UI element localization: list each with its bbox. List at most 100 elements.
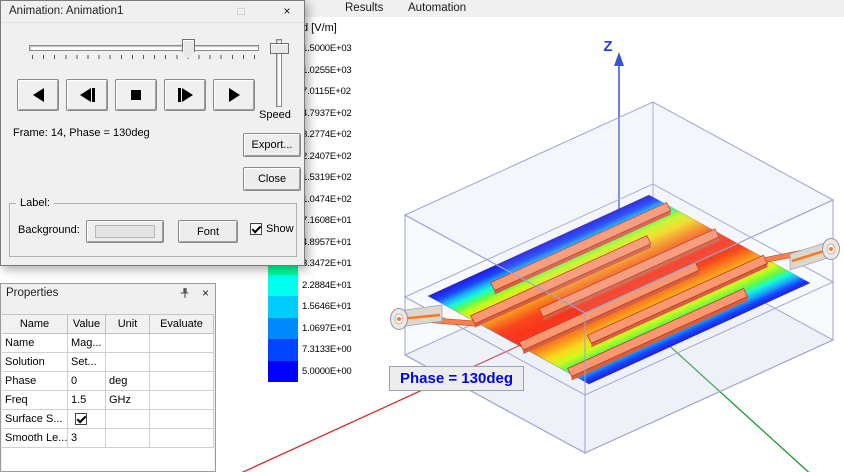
close-button[interactable]: Close bbox=[243, 167, 301, 191]
maximize-button[interactable]: □ bbox=[228, 2, 254, 20]
viewport-3d[interactable]: Z d [V/m] 1.5000E+03 1.0255E+03 7.0115E+… bbox=[215, 17, 844, 472]
label-groupbox: Label: Background: Font Show bbox=[9, 197, 297, 257]
property-name-cell: Phase bbox=[2, 372, 68, 391]
background-color-swatch bbox=[95, 225, 155, 238]
legend-value-label: 3.2774E+02 bbox=[302, 129, 352, 140]
legend-row: 2.2884E+01 bbox=[268, 274, 383, 296]
export-button[interactable]: Export... bbox=[243, 133, 301, 157]
value-checkbox[interactable] bbox=[75, 413, 87, 425]
property-value-cell[interactable]: 0 bbox=[68, 372, 106, 391]
legend-value-label: 5.0000E+00 bbox=[302, 365, 352, 377]
legend-row: 1.0697E+01 bbox=[268, 317, 383, 339]
legend-color-swatch bbox=[268, 339, 298, 361]
play-backward-button[interactable] bbox=[17, 79, 59, 111]
menu-item-results[interactable]: Results bbox=[345, 2, 383, 14]
legend-color-swatch bbox=[268, 274, 298, 296]
show-checkbox[interactable] bbox=[250, 223, 262, 235]
legend-value-label: 4.7937E+02 bbox=[302, 107, 352, 119]
stop-button[interactable] bbox=[115, 79, 157, 111]
speed-slider-thumb[interactable] bbox=[270, 43, 289, 54]
property-unit-cell bbox=[106, 334, 150, 353]
step-forward-button[interactable] bbox=[164, 79, 206, 111]
frame-slider[interactable] bbox=[29, 45, 259, 51]
property-unit-cell: GHz bbox=[106, 391, 150, 410]
legend-value-label: 7.0115E+02 bbox=[302, 86, 351, 97]
property-evaluate-cell bbox=[150, 334, 214, 353]
step-forward-icon bbox=[181, 88, 193, 102]
properties-panel: Properties × Name Value Unit Evaluate Na… bbox=[0, 283, 216, 472]
z-axis-label: Z bbox=[603, 38, 612, 55]
show-checkbox-label: Show bbox=[266, 223, 294, 235]
column-header: Value bbox=[68, 315, 106, 334]
legend-value-label: 1.5000E+03 bbox=[302, 43, 352, 54]
playback-controls bbox=[17, 79, 255, 111]
property-unit-cell: deg bbox=[106, 372, 150, 391]
step-forward-bar bbox=[177, 88, 181, 102]
properties-title: Properties bbox=[6, 287, 59, 299]
legend-value-label: 1.0255E+03 bbox=[302, 64, 352, 76]
properties-body: Name Value Unit Evaluate Name Mag... Sol… bbox=[2, 314, 214, 471]
property-unit-cell bbox=[106, 353, 150, 372]
property-name-cell: Freq bbox=[2, 391, 68, 410]
z-axis-arrow bbox=[614, 52, 624, 66]
property-name-cell: Surface S... bbox=[2, 410, 68, 429]
property-name-cell: Solution bbox=[2, 353, 68, 372]
legend-value-label: 3.3472E+01 bbox=[302, 258, 352, 269]
animation-dialog: Animation: Animation1 □ × Speed Frame: 1… bbox=[0, 0, 305, 266]
properties-close-button[interactable]: × bbox=[202, 286, 209, 300]
speed-label: Speed bbox=[259, 109, 291, 121]
legend-value-label: 2.2884E+01 bbox=[302, 279, 352, 291]
legend-value-label: 7.1608E+01 bbox=[302, 215, 352, 226]
property-name-cell: Name bbox=[2, 334, 68, 353]
stop-icon bbox=[131, 90, 141, 100]
column-header: Evaluate bbox=[150, 315, 214, 334]
play-backward-icon bbox=[32, 88, 44, 102]
frame-status-text: Frame: 14, Phase = 130deg bbox=[13, 127, 150, 139]
frame-slider-ticks bbox=[32, 55, 256, 59]
phase-annotation: Phase = 130deg bbox=[389, 366, 524, 391]
legend-color-swatch bbox=[268, 296, 298, 318]
dialog-title-bar[interactable]: Animation: Animation1 □ × bbox=[1, 1, 304, 23]
properties-header: Properties × bbox=[1, 284, 215, 302]
column-header: Name bbox=[2, 315, 68, 334]
play-forward-icon bbox=[228, 88, 240, 102]
column-header: Unit bbox=[106, 315, 150, 334]
property-evaluate-cell bbox=[150, 353, 214, 372]
menu-item-automation[interactable]: Automation bbox=[408, 2, 466, 14]
legend-color-swatch bbox=[268, 360, 298, 382]
pin-icon[interactable] bbox=[179, 287, 191, 299]
property-evaluate-cell bbox=[150, 410, 214, 429]
property-evaluate-cell bbox=[150, 372, 214, 391]
legend-color-swatch bbox=[268, 317, 298, 339]
dialog-title: Animation: Animation1 bbox=[9, 5, 124, 17]
property-value-cell[interactable]: Mag... bbox=[68, 334, 106, 353]
legend-row: 1.5646E+01 bbox=[268, 296, 383, 318]
legend-row: 7.3133E+00 bbox=[268, 339, 383, 361]
properties-table: Name Value Unit Evaluate Name Mag... Sol… bbox=[2, 315, 214, 448]
property-value-cell[interactable]: Set... bbox=[68, 353, 106, 372]
step-backward-button[interactable] bbox=[66, 79, 108, 111]
property-unit-cell bbox=[106, 429, 150, 448]
legend-value-label: 2.2407E+02 bbox=[302, 150, 352, 162]
play-forward-button[interactable] bbox=[213, 79, 255, 111]
property-unit-cell bbox=[106, 410, 150, 429]
property-value-cell[interactable] bbox=[68, 410, 106, 429]
property-value-cell[interactable]: 1.5 bbox=[68, 391, 106, 410]
background-color-button[interactable] bbox=[86, 220, 164, 243]
font-button[interactable]: Font bbox=[178, 220, 238, 243]
legend-value-label: 1.5319E+02 bbox=[302, 172, 352, 183]
legend-value-label: 7.3133E+00 bbox=[302, 344, 352, 355]
legend-row: 5.0000E+00 bbox=[268, 360, 383, 382]
legend-value-label: 1.0697E+01 bbox=[302, 322, 352, 334]
legend-title: d [V/m] bbox=[302, 22, 337, 34]
property-value-cell[interactable]: 3 bbox=[68, 429, 106, 448]
background-label: Background: bbox=[18, 224, 80, 236]
titlebar-close-button[interactable]: × bbox=[274, 2, 300, 20]
legend-value-label: 1.5646E+01 bbox=[302, 301, 352, 312]
property-name-cell: Smooth Le... bbox=[2, 429, 68, 448]
label-group-title: Label: bbox=[16, 197, 54, 209]
legend-value-label: 1.0474E+02 bbox=[302, 193, 352, 205]
property-evaluate-cell bbox=[150, 391, 214, 410]
legend-value-label: 4.8957E+01 bbox=[302, 236, 352, 248]
property-evaluate-cell bbox=[150, 429, 214, 448]
